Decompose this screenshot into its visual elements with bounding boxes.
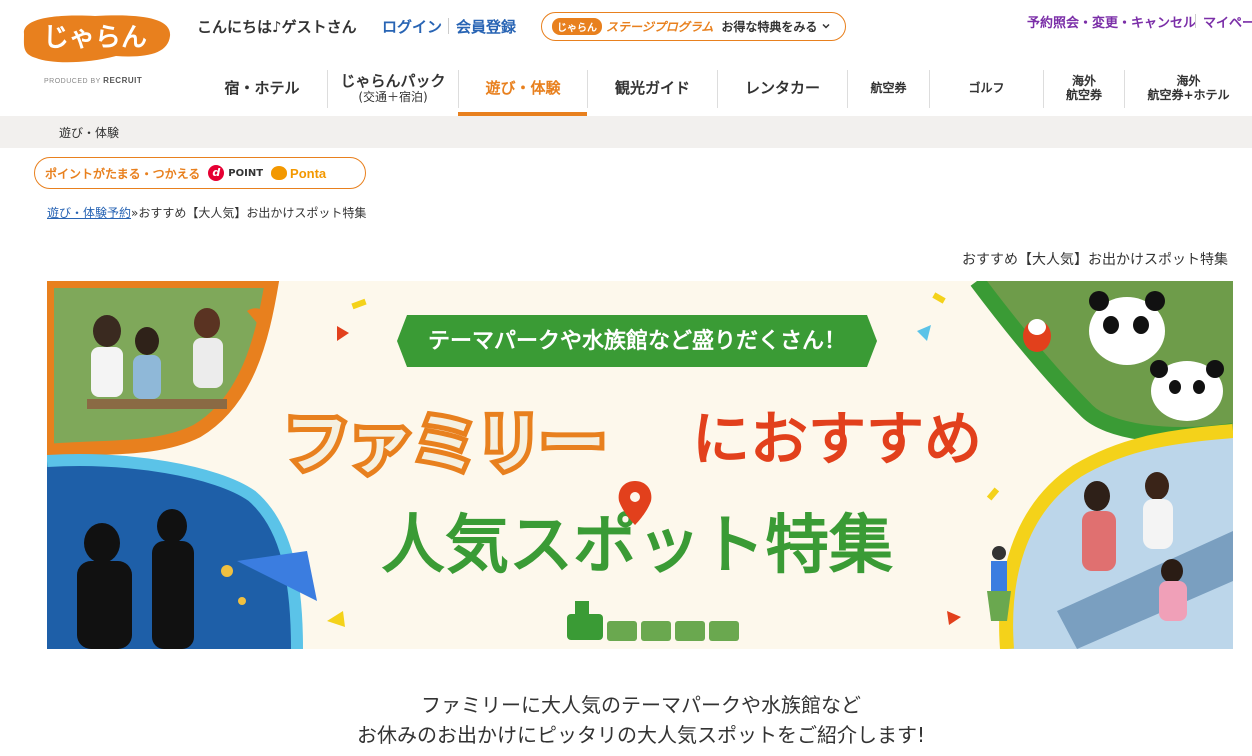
nav-item-activities[interactable]: 遊び・体験 <box>458 70 587 108</box>
chevron-down-icon <box>821 20 831 34</box>
ponta-icon <box>271 166 288 180</box>
train-illustration <box>567 601 739 641</box>
logo-text: じゃらん <box>43 23 147 53</box>
sub-nav-bar <box>0 116 1252 148</box>
breadcrumb-link[interactable]: 遊び・体験予約 <box>47 206 131 220</box>
divider <box>448 18 449 34</box>
stage-program-button[interactable]: じゃらん ステージプログラム お得な特典をみる <box>541 12 846 41</box>
nav-item-overseas-hotel[interactable]: 海外 航空券+ホテル <box>1124 70 1252 108</box>
produced-by: PRODUCED BY RECRUIT <box>44 76 143 85</box>
breadcrumb-current: おすすめ【大人気】お出かけスポット特集 <box>138 206 367 220</box>
stage-badge: じゃらん <box>552 18 602 35</box>
nav-item-rentacar[interactable]: レンタカー <box>717 70 847 108</box>
nav-item-guide[interactable]: 観光ガイド <box>587 70 717 108</box>
reservation-link[interactable]: 予約照会・変更・キャンセル <box>1027 12 1196 31</box>
nav-item-overseas-air[interactable]: 海外 航空券 <box>1043 70 1124 108</box>
aquarium-photo <box>47 454 317 649</box>
nav-item-hotel[interactable]: 宿・ホテル <box>197 70 327 108</box>
stage-link-label: お得な特典をみる <box>721 20 818 34</box>
points-banner[interactable]: ポイントがたまる・つかえる d POINT Ponta <box>34 157 366 189</box>
banner-title-recommend: におすすめ <box>692 405 982 473</box>
dpoint-label: POINT <box>228 167 264 179</box>
banner-ribbon-text: テーマパークや水族館など盛りだくさん！ <box>428 328 846 354</box>
mypage-link[interactable]: マイペー <box>1203 12 1252 31</box>
slide-photo <box>999 424 1233 649</box>
nav-item-pack[interactable]: じゃらんパック (交通＋宿泊) <box>327 70 458 108</box>
sub-nav-label[interactable]: 遊び・体験 <box>59 124 119 141</box>
stage-title: ステージプログラム <box>606 20 714 34</box>
banner-ribbon: テーマパークや水族館など盛りだくさん！ <box>397 315 877 367</box>
nav-item-air[interactable]: 航空券 <box>847 70 929 108</box>
login-link[interactable]: ログイン <box>382 16 442 37</box>
panda-photo <box>970 281 1233 443</box>
feature-banner[interactable]: テーマパークや水族館など盛りだくさん！ ファミリー におすすめ 人気スポット特集 <box>47 281 1233 649</box>
points-text: ポイントがたまる・つかえる <box>45 166 201 181</box>
main-nav: 宿・ホテル じゃらんパック (交通＋宿泊) 遊び・体験 観光ガイド レンタカー … <box>197 70 1252 116</box>
picnic-photo <box>47 281 280 459</box>
banner-title-family: ファミリー <box>285 408 605 482</box>
page-title: おすすめ【大人気】お出かけスポット特集 <box>962 252 1228 268</box>
intro-line-2: お休みのお出かけにピッタリの大人気スポットをご紹介します! <box>356 723 926 747</box>
register-link[interactable]: 会員登録 <box>456 16 516 37</box>
greeting-text: こんにちは♪ゲストさん <box>197 18 357 36</box>
breadcrumb: 遊び・体験予約»おすすめ【大人気】お出かけスポット特集 <box>47 204 366 221</box>
ponta-label: Ponta <box>290 165 327 181</box>
nav-item-golf[interactable]: ゴルフ <box>929 70 1043 108</box>
intro-line-1: ファミリーに大人気のテーマパークや水族館など <box>421 693 861 717</box>
dpoint-icon: d <box>208 165 225 181</box>
jalan-logo[interactable]: じゃらん <box>16 12 174 66</box>
divider <box>1195 14 1196 28</box>
